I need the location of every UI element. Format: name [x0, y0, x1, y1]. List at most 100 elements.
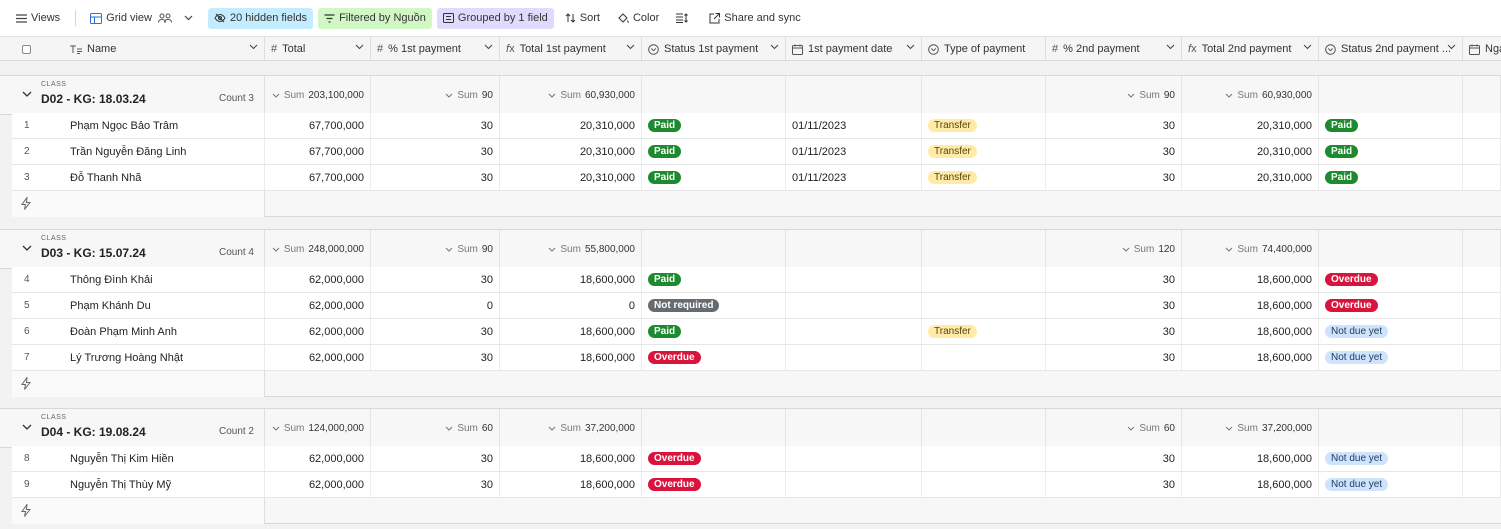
cell-status2[interactable]: Not due yet	[1319, 472, 1463, 497]
cell-date1[interactable]: 01/11/2023	[786, 139, 922, 164]
add-record-area[interactable]	[12, 498, 265, 524]
column-status2[interactable]: Status 2nd payment ...	[1319, 37, 1463, 61]
cell-type[interactable]: Transfer	[922, 113, 1046, 138]
cell-type[interactable]	[922, 472, 1046, 497]
cell-total2[interactable]: 18,600,000	[1182, 319, 1319, 344]
cell-pct1[interactable]: 30	[371, 267, 500, 292]
cell-pct2[interactable]: 30	[1046, 319, 1182, 344]
group-summary-status1[interactable]	[642, 230, 786, 268]
cell-date1[interactable]	[786, 319, 922, 344]
cell-pct2[interactable]: 30	[1046, 345, 1182, 370]
cell-total1[interactable]: 0	[500, 293, 642, 318]
cell-status2[interactable]: Paid	[1319, 113, 1463, 138]
cell-status1[interactable]: Paid	[642, 319, 786, 344]
share-sync-button[interactable]: Share and sync	[703, 8, 806, 29]
cell-status2[interactable]: Not due yet	[1319, 319, 1463, 344]
cell-total[interactable]: 62,000,000	[265, 472, 371, 497]
cell-total2[interactable]: 20,310,000	[1182, 165, 1319, 190]
group-header[interactable]: CLASS D03 - KG: 15.07.24 Count 4 Sum 248,000…	[0, 229, 1501, 269]
cell-total[interactable]: 67,700,000	[265, 113, 371, 138]
table-row[interactable]: 2 Trần Nguyễn Đăng Linh 67,700,000 30 20,310…	[12, 139, 1501, 165]
group-summary-total1[interactable]: Sum 37,200,000	[500, 409, 642, 447]
group-summary-pct2[interactable]: Sum 60	[1046, 409, 1182, 447]
cell-extra[interactable]	[1463, 446, 1501, 471]
table-row[interactable]: 6 Đoàn Phạm Minh Anh 62,000,000 30 18,600,00…	[12, 319, 1501, 345]
column-total2[interactable]: fx Total 2nd payment	[1182, 37, 1319, 61]
views-button[interactable]: Views	[10, 8, 66, 29]
cell-pct2[interactable]: 30	[1046, 267, 1182, 292]
cell-type[interactable]	[922, 345, 1046, 370]
column-date1[interactable]: 1st payment date	[786, 37, 922, 61]
group-summary-total1[interactable]: Sum 60,930,000	[500, 76, 642, 114]
cell-date1[interactable]	[786, 267, 922, 292]
cell-name[interactable]: Nguyễn Thị Kim Hiền	[64, 446, 265, 471]
cell-extra[interactable]	[1463, 165, 1501, 190]
cell-pct1[interactable]: 0	[371, 293, 500, 318]
cell-status1[interactable]: Overdue	[642, 345, 786, 370]
cell-name[interactable]: Phạm Khánh Du	[64, 293, 265, 318]
table-row[interactable]: 9 Nguyễn Thị Thùy Mỹ 62,000,000 30 18,600,00…	[12, 472, 1501, 498]
table-row[interactable]: 1 Phạm Ngọc Bảo Trâm 67,700,000 30 20,310,00…	[12, 113, 1501, 139]
cell-pct1[interactable]: 30	[371, 113, 500, 138]
group-summary-status2[interactable]	[1319, 409, 1463, 447]
cell-status2[interactable]: Overdue	[1319, 267, 1463, 292]
table-row[interactable]: 8 Nguyễn Thị Kim Hiền 62,000,000 30 18,600,0…	[12, 446, 1501, 472]
cell-pct2[interactable]: 30	[1046, 113, 1182, 138]
cell-pct1[interactable]: 30	[371, 446, 500, 471]
cell-status2[interactable]: Overdue	[1319, 293, 1463, 318]
cell-extra[interactable]	[1463, 319, 1501, 344]
cell-date1[interactable]: 01/11/2023	[786, 165, 922, 190]
column-total[interactable]: # Total	[265, 37, 371, 61]
group-summary-total2[interactable]: Sum 60,930,000	[1182, 76, 1319, 114]
group-summary-status1[interactable]	[642, 76, 786, 114]
cell-type[interactable]: Transfer	[922, 139, 1046, 164]
cell-status1[interactable]: Paid	[642, 113, 786, 138]
cell-extra[interactable]	[1463, 345, 1501, 370]
chevron-down-icon[interactable]	[1303, 44, 1312, 50]
cell-total1[interactable]: 20,310,000	[500, 113, 642, 138]
cell-pct1[interactable]: 30	[371, 139, 500, 164]
cell-total[interactable]: 62,000,000	[265, 345, 371, 370]
chevron-down-icon[interactable]	[626, 44, 635, 50]
group-summary-status2[interactable]	[1319, 76, 1463, 114]
hidden-fields-button[interactable]: 20 hidden fields	[208, 7, 314, 29]
cell-name[interactable]: Đỗ Thanh Nhã	[64, 165, 265, 190]
chevron-down-icon[interactable]	[1166, 44, 1175, 50]
cell-pct2[interactable]: 30	[1046, 165, 1182, 190]
cell-pct1[interactable]: 30	[371, 165, 500, 190]
cell-extra[interactable]	[1463, 139, 1501, 164]
add-record-area[interactable]	[12, 371, 265, 397]
column-pct1[interactable]: # % 1st payment	[371, 37, 500, 61]
cell-total[interactable]: 67,700,000	[265, 139, 371, 164]
lightning-icon[interactable]	[21, 197, 31, 210]
group-summary-pct2[interactable]: Sum 90	[1046, 76, 1182, 114]
cell-extra[interactable]	[1463, 293, 1501, 318]
color-button[interactable]: Color	[611, 8, 665, 29]
cell-total1[interactable]: 18,600,000	[500, 472, 642, 497]
group-summary-pct1[interactable]: Sum 60	[371, 409, 500, 447]
table-row[interactable]: 4 Thông Đình Khải 62,000,000 30 18,600,000 Pa…	[12, 267, 1501, 293]
chevron-down-icon[interactable]	[22, 424, 32, 431]
cell-status1[interactable]: Paid	[642, 267, 786, 292]
cell-pct1[interactable]: 30	[371, 472, 500, 497]
chevron-down-icon[interactable]	[355, 44, 364, 50]
group-summary-total2[interactable]: Sum 74,400,000	[1182, 230, 1319, 268]
cell-type[interactable]: Transfer	[922, 319, 1046, 344]
cell-date1[interactable]	[786, 446, 922, 471]
select-all-cell[interactable]	[0, 37, 52, 61]
group-summary-type[interactable]	[922, 409, 1046, 447]
cell-extra[interactable]	[1463, 113, 1501, 138]
cell-total1[interactable]: 18,600,000	[500, 267, 642, 292]
cell-date1[interactable]	[786, 472, 922, 497]
cell-type[interactable]	[922, 446, 1046, 471]
cell-type[interactable]	[922, 293, 1046, 318]
cell-status2[interactable]: Paid	[1319, 165, 1463, 190]
cell-pct2[interactable]: 30	[1046, 446, 1182, 471]
cell-extra[interactable]	[1463, 472, 1501, 497]
group-header[interactable]: CLASS D02 - KG: 18.03.24 Count 3 Sum 203,100…	[0, 75, 1501, 115]
group-summary-total[interactable]: Sum 203,100,000	[265, 76, 371, 114]
cell-date1[interactable]: 01/11/2023	[786, 113, 922, 138]
cell-name[interactable]: Phạm Ngọc Bảo Trâm	[64, 113, 265, 138]
cell-pct2[interactable]: 30	[1046, 139, 1182, 164]
group-button[interactable]: Grouped by 1 field	[436, 7, 554, 29]
